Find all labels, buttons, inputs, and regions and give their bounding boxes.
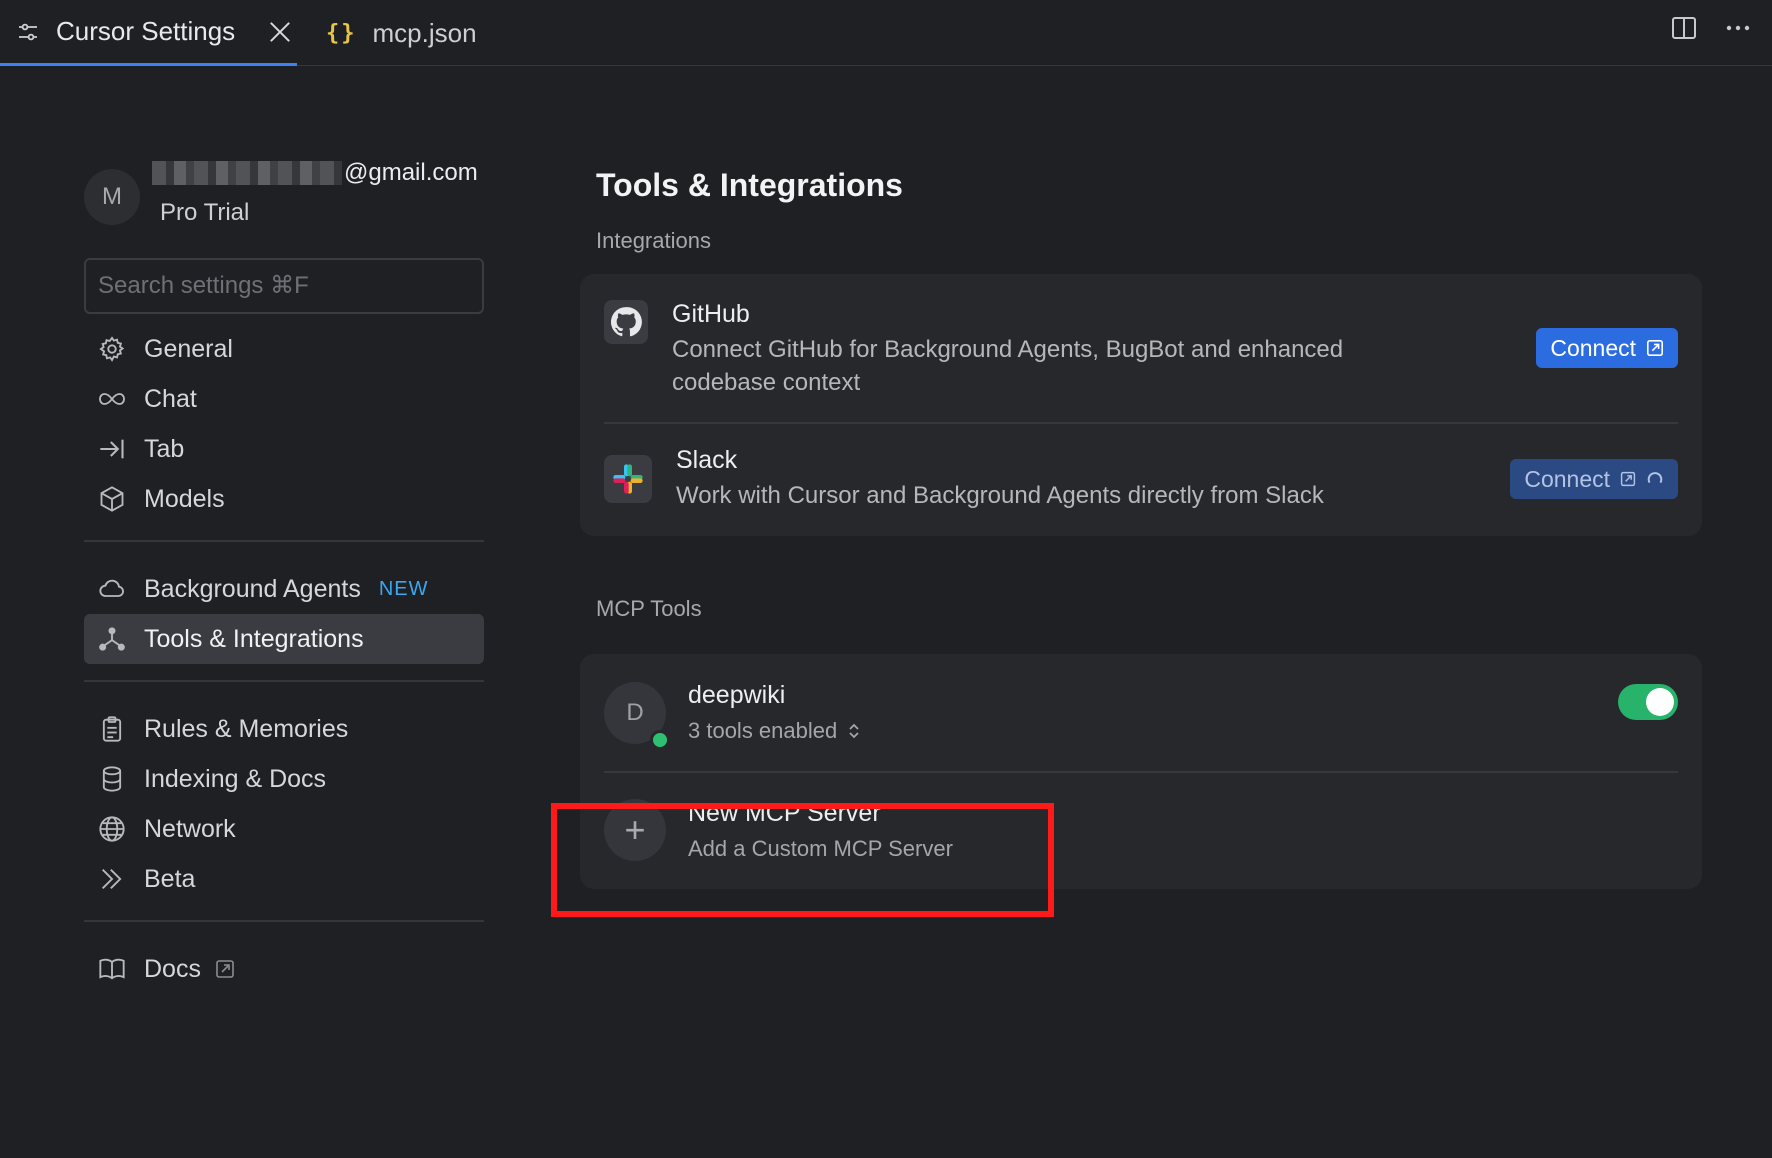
integration-row-github: GitHub Connect GitHub for Background Age…	[580, 274, 1702, 422]
integration-row-slack: Slack Work with Cursor and Background Ag…	[580, 422, 1702, 536]
tab-label: mcp.json	[372, 17, 477, 48]
tools-enabled-count: 3 tools enabled	[688, 718, 838, 743]
mcp-server-name: deepwiki	[688, 681, 786, 709]
sidebar-item-rules-memories[interactable]: Rules & Memories	[84, 704, 484, 754]
redacted-email-prefix	[152, 161, 342, 185]
new-badge: NEW	[378, 577, 429, 600]
add-server-icon: +	[604, 799, 666, 861]
avatar: M	[84, 169, 140, 225]
sidebar-item-label: Tab	[144, 434, 185, 463]
loading-spinner-icon	[1647, 472, 1663, 484]
gear-icon	[99, 336, 125, 362]
search-settings[interactable]	[84, 258, 484, 314]
new-server-subtitle: Add a Custom MCP Server	[688, 835, 953, 861]
mcp-servers-card: D deepwiki 3 tools enabled + New MCP Ser…	[580, 654, 1702, 889]
sidebar-item-tools-integrations[interactable]: Tools & Integrations	[84, 614, 484, 664]
editor-tab-bar: Cursor Settings {} mcp.json	[0, 0, 1772, 66]
mcp-server-toggle[interactable]	[1618, 684, 1678, 720]
sidebar-item-models[interactable]: Models	[84, 474, 484, 524]
close-tab-icon[interactable]	[269, 21, 291, 43]
sidebar-divider	[84, 920, 484, 922]
split-editor-icon[interactable]	[1670, 14, 1698, 42]
email-domain: @gmail.com	[344, 159, 478, 186]
settings-sliders-icon	[19, 23, 37, 40]
mcp-tools-section-label: MCP Tools	[596, 596, 702, 621]
integration-name: GitHub	[672, 300, 750, 328]
sidebar-item-general[interactable]: General	[84, 324, 484, 374]
sidebar-item-tab[interactable]: Tab	[84, 424, 484, 474]
new-server-title: New MCP Server	[688, 798, 881, 827]
chevrons-right-icon	[102, 869, 122, 889]
button-label: Connect	[1524, 465, 1610, 492]
settings-sidebar: M @gmail.com Pro Trial General Chat	[84, 150, 484, 994]
integration-description: Connect GitHub for Background Agents, Bu…	[672, 336, 1344, 396]
slack-connect-button[interactable]: Connect	[1510, 459, 1678, 499]
sidebar-item-label: Models	[144, 484, 225, 513]
sidebar-item-label: Chat	[144, 384, 197, 413]
tools-enabled-selector[interactable]: 3 tools enabled	[688, 718, 1678, 744]
new-mcp-server-row[interactable]: + New MCP Server Add a Custom MCP Server	[580, 771, 1702, 889]
sidebar-item-docs[interactable]: Docs	[84, 944, 484, 994]
clipboard-icon	[102, 716, 122, 742]
integration-description: Work with Cursor and Background Agents d…	[676, 482, 1324, 509]
sidebar-item-label: Background Agents	[144, 574, 361, 603]
toggle-knob	[1646, 688, 1674, 716]
sidebar-item-label: General	[144, 334, 233, 363]
integrations-icon	[99, 627, 125, 651]
database-icon	[102, 766, 122, 792]
settings-main-panel: Tools & Integrations Integrations GitHub…	[580, 150, 1702, 889]
sidebar-item-beta[interactable]: Beta	[84, 854, 484, 904]
nav-group-docs: Docs	[84, 944, 484, 994]
external-link-icon	[1620, 471, 1636, 487]
arrow-right-bar-icon	[100, 439, 124, 459]
sidebar-item-background-agents[interactable]: Background Agents NEW	[84, 564, 484, 614]
slack-logo-icon	[604, 455, 652, 503]
editor-actions	[1670, 14, 1752, 42]
search-input[interactable]	[98, 272, 482, 300]
external-link-icon	[1646, 339, 1664, 357]
github-logo-icon	[604, 300, 648, 344]
sidebar-item-label: Beta	[144, 864, 196, 893]
infinity-icon	[99, 393, 125, 405]
sidebar-item-label: Rules & Memories	[144, 714, 349, 743]
sidebar-item-indexing-docs[interactable]: Indexing & Docs	[84, 754, 484, 804]
book-icon	[99, 958, 125, 980]
sidebar-item-label: Tools & Integrations	[144, 624, 364, 653]
sidebar-item-network[interactable]: Network	[84, 804, 484, 854]
globe-icon	[99, 816, 125, 842]
more-actions-icon[interactable]	[1724, 14, 1752, 42]
avatar-letter: D	[626, 698, 644, 726]
mcp-server-row: D deepwiki 3 tools enabled	[580, 654, 1702, 771]
nav-group-agents: Background Agents NEW Tools & Integratio…	[84, 564, 484, 664]
account-email: @gmail.com	[152, 159, 478, 187]
account-plan: Pro Trial	[160, 199, 250, 226]
integrations-card: GitHub Connect GitHub for Background Age…	[580, 274, 1702, 536]
tab-mcp-json[interactable]: {} mcp.json	[326, 0, 477, 66]
nav-group-core: General Chat Tab Models	[84, 324, 484, 524]
tab-cursor-settings[interactable]: Cursor Settings	[0, 0, 297, 66]
json-braces-icon: {}	[326, 20, 357, 46]
chevron-up-down-icon	[849, 723, 859, 739]
integrations-section-label: Integrations	[596, 228, 711, 253]
tab-label: Cursor Settings	[56, 16, 236, 46]
sidebar-item-label: Network	[144, 814, 236, 843]
sidebar-divider	[84, 680, 484, 682]
sidebar-item-chat[interactable]: Chat	[84, 374, 484, 424]
github-connect-button[interactable]: Connect	[1536, 328, 1678, 368]
sidebar-item-label: Docs	[144, 954, 201, 983]
sidebar-item-label: Indexing & Docs	[144, 764, 327, 793]
account-info: M @gmail.com Pro Trial	[84, 150, 484, 244]
external-link-icon	[216, 960, 234, 978]
plus-icon: +	[624, 809, 646, 850]
button-label: Connect	[1550, 334, 1636, 361]
cube-icon	[100, 486, 124, 512]
nav-group-context: Rules & Memories Indexing & Docs Network…	[84, 704, 484, 904]
page-title: Tools & Integrations	[596, 167, 903, 203]
mcp-server-avatar: D	[604, 681, 670, 750]
online-status-indicator	[650, 729, 670, 750]
cloud-icon	[99, 579, 125, 597]
sidebar-divider	[84, 540, 484, 542]
